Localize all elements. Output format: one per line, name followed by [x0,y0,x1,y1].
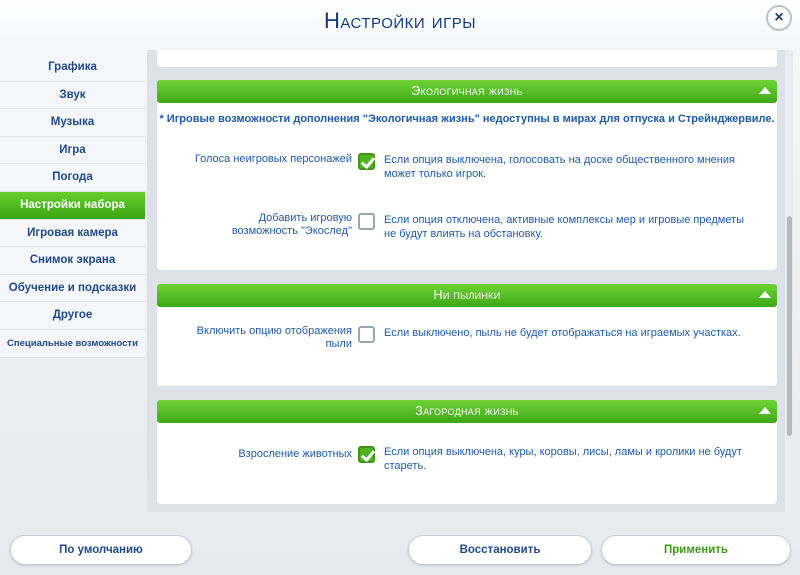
option-description: Если опция выключена, куры, коровы, лисы… [384,446,742,472]
restore-button[interactable]: Восстановить [408,535,592,565]
settings-window: Настройки игры × Графика Звук Музыка Игр… [0,0,800,575]
option-description: Если выключено, пыль не будет отображать… [384,327,741,339]
sidebar-item-other[interactable]: Другое [0,302,145,330]
eco-living-note: * Игровые возможности дополнения "Эколог… [159,113,775,125]
apply-button[interactable]: Применить [601,535,791,565]
settings-content: Экологичная жизнь * Игровые возможности … [147,50,785,512]
section-cottage-living: Загородная жизнь Взросление животных Есл… [157,400,777,504]
section-header-eco-living[interactable]: Экологичная жизнь [157,80,777,103]
section-title: Ни пылинки [433,288,501,302]
sidebar-item-pack-settings[interactable]: Настройки набора [0,191,145,220]
sidebar-item-accessibility[interactable]: Специальные возможности [0,329,145,358]
dust-display-checkbox[interactable] [358,326,375,343]
sidebar: Графика Звук Музыка Игра Погода Настройк… [0,54,145,358]
option-label: Взросление животных [238,448,352,460]
default-button[interactable]: По умолчанию [10,535,192,565]
chevron-up-icon[interactable] [759,407,771,414]
section-header-dust[interactable]: Ни пылинки [157,284,777,307]
section-title: Загородная жизнь [415,404,519,418]
close-icon[interactable]: × [766,5,792,31]
sidebar-item-tutorial[interactable]: Обучение и подсказки [0,274,145,303]
section-title: Экологичная жизнь [411,84,523,98]
sidebar-item-game[interactable]: Игра [0,136,145,165]
sidebar-item-camera[interactable]: Игровая камера [0,219,145,248]
animal-aging-checkbox[interactable] [358,446,375,463]
chevron-up-icon[interactable] [759,291,771,298]
option-label: Голоса неигровых персонажей [194,153,352,165]
section-dust: Ни пылинки Включить опцию отображения пы… [157,284,777,386]
npc-votes-checkbox[interactable] [358,153,375,170]
sidebar-item-music[interactable]: Музыка [0,109,145,137]
option-description: Если опция отключена, активные комплексы… [384,214,745,240]
section-header-cottage-living[interactable]: Загородная жизнь [157,400,777,423]
page-title: Настройки игры [323,8,476,33]
sidebar-item-screenshot[interactable]: Снимок экрана [0,247,145,275]
option-label: Добавить игровую возможность "Экослед" [231,212,352,237]
sidebar-item-weather[interactable]: Погода [0,164,145,192]
scrollbar-thumb[interactable] [787,216,792,436]
chevron-up-icon[interactable] [759,87,771,94]
sidebar-item-sound[interactable]: Звук [0,81,145,110]
sidebar-item-graphics[interactable]: Графика [0,54,145,82]
eco-footprint-checkbox[interactable] [358,213,375,230]
previous-section-remnant [157,50,777,67]
section-eco-living: Экологичная жизнь * Игровые возможности … [157,80,777,270]
option-description: Если опция выключена, голосовать на доск… [384,154,735,180]
option-label: Включить опцию отображения пыли [196,325,352,350]
